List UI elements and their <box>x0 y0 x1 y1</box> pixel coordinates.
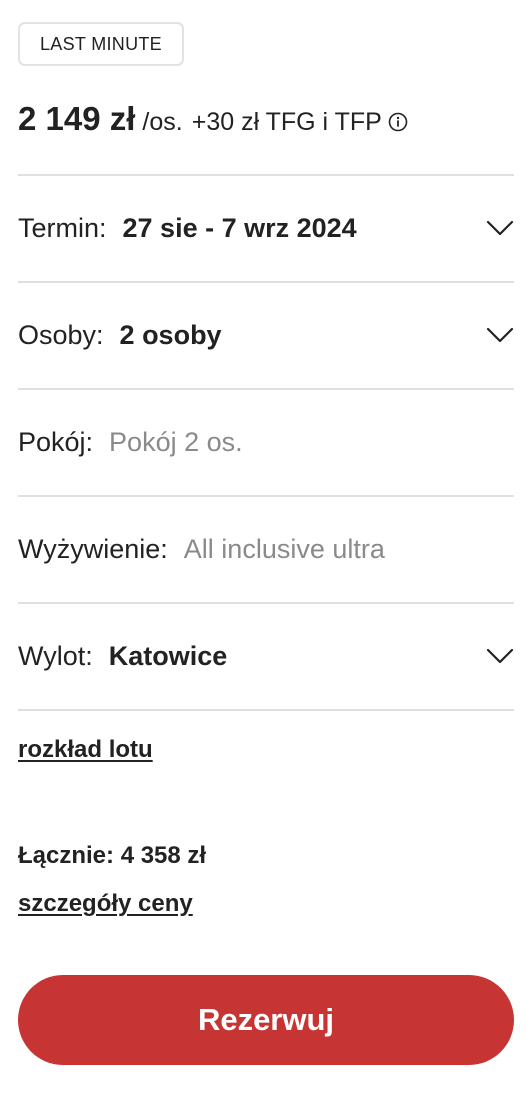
pokoj-row: Pokój: Pokój 2 os. <box>18 412 514 472</box>
osoby-label: Osoby: <box>18 319 104 350</box>
osoby-selector[interactable]: Osoby: 2 osoby <box>18 305 514 365</box>
chevron-down-icon <box>486 327 514 343</box>
wylot-label: Wylot: <box>18 640 93 671</box>
chevron-down-icon <box>486 220 514 236</box>
reserve-button[interactable]: Rezerwuj <box>18 975 514 1065</box>
pokoj-value: Pokój 2 os. <box>109 426 243 457</box>
wyzywienie-label: Wyżywienie: <box>18 533 168 564</box>
chevron-down-icon <box>486 648 514 664</box>
divider <box>18 709 514 711</box>
divider <box>18 388 514 390</box>
total-price: Łącznie: 4 358 zł <box>18 842 207 869</box>
wyzywienie-row: Wyżywienie: All inclusive ultra <box>18 519 514 579</box>
termin-label: Termin: <box>18 212 107 243</box>
osoby-value: 2 osoby <box>119 319 222 350</box>
price-amount: 2 149 zł <box>18 100 136 137</box>
price-per-person: /os. <box>142 108 183 136</box>
divider <box>18 495 514 497</box>
pokoj-label: Pokój: <box>18 426 94 457</box>
divider <box>18 281 514 283</box>
wylot-value: Katowice <box>108 640 228 671</box>
info-circle-icon[interactable] <box>388 112 408 132</box>
price-row: 2 149 zł /os. +30 zł TFG i TFP <box>18 100 408 150</box>
wyzywienie-value: All inclusive ultra <box>183 533 385 564</box>
price-details-link[interactable]: szczegóły ceny <box>18 890 193 918</box>
divider <box>18 602 514 604</box>
wylot-selector[interactable]: Wylot: Katowice <box>18 626 514 686</box>
booking-panel: LAST MINUTE 2 149 zł /os. +30 zł TFG i T… <box>0 0 532 1098</box>
price-extra-fees: +30 zł TFG i TFP <box>191 108 382 136</box>
last-minute-badge: LAST MINUTE <box>18 22 184 66</box>
flight-schedule-link[interactable]: rozkład lotu <box>18 736 153 764</box>
divider <box>18 174 514 176</box>
termin-selector[interactable]: Termin: 27 sie - 7 wrz 2024 <box>18 198 514 258</box>
termin-value: 27 sie - 7 wrz 2024 <box>122 212 357 243</box>
